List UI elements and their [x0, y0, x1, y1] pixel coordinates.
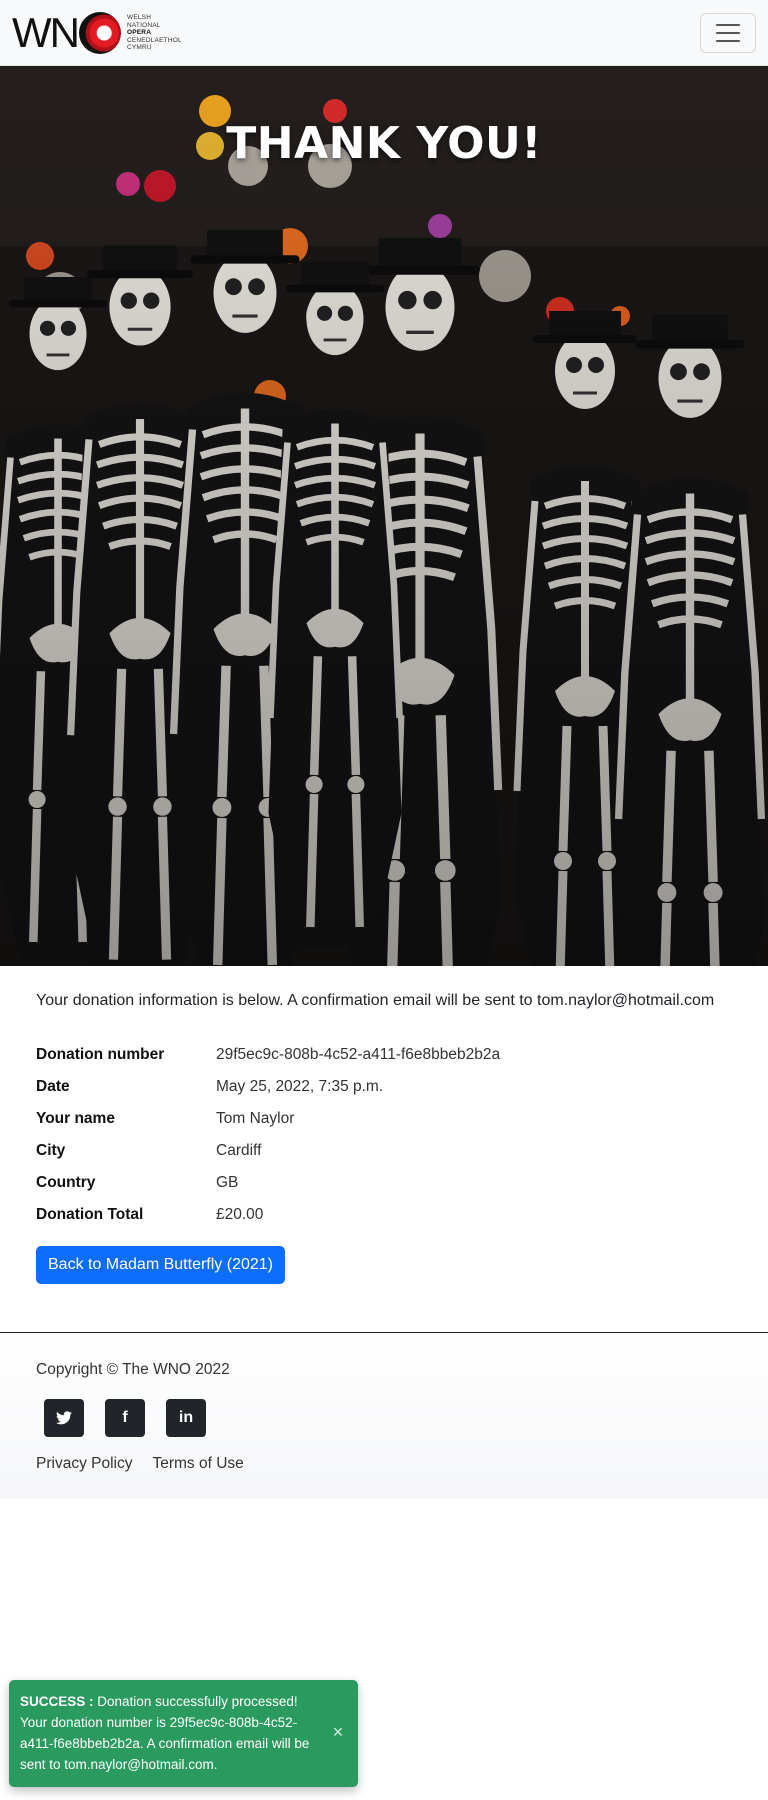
copyright-text: Copyright © The WNO 2022: [36, 1361, 230, 1378]
terms-of-use-link[interactable]: Terms of Use: [152, 1455, 243, 1473]
footer: Copyright © The WNO 2022 f in Privacy Po…: [0, 1332, 768, 1499]
detail-value: GB: [216, 1174, 239, 1191]
twitter-bird-glyph: [56, 1411, 72, 1425]
detail-row-country: Country GB: [36, 1167, 736, 1199]
logo-line: WELSH: [126, 14, 152, 22]
detail-label: City: [36, 1142, 66, 1159]
hamburger-menu-icon: [716, 32, 740, 34]
detail-row-city: City Cardiff: [36, 1135, 736, 1167]
hero-image: THANK YOU!: [0, 66, 768, 966]
page-title: THANK YOU!: [226, 118, 542, 169]
detail-value: May 25, 2022, 7:35 p.m.: [216, 1078, 384, 1095]
detail-label: Donation number: [36, 1046, 165, 1063]
donation-intro: Your donation information is below. A co…: [36, 992, 715, 1009]
toast-title: SUCCESS :: [20, 1694, 94, 1709]
linkedin-icon[interactable]: in: [166, 1399, 206, 1437]
logo-line: NATIONAL: [126, 21, 161, 29]
close-icon[interactable]: ×: [328, 1722, 348, 1742]
donation-details: Donation number 29f5ec9c-808b-4c52-a411-…: [36, 1039, 736, 1231]
logo-line: OPERA: [126, 29, 152, 37]
detail-value: Tom Naylor: [216, 1110, 295, 1127]
logo-letters: WN: [12, 9, 80, 56]
logo-line: CENEDLAETHOL: [126, 36, 182, 44]
detail-value: Cardiff: [216, 1142, 262, 1159]
back-to-production-button[interactable]: Back to Madam Butterfly (2021): [36, 1246, 285, 1284]
detail-label: Donation Total: [36, 1206, 144, 1223]
logo-wordmark: WN: [12, 12, 121, 54]
navbar: WN WELSH NATIONAL OPERA CENEDLAETHOL CYM…: [0, 0, 768, 66]
detail-row-name: Your name Tom Naylor: [36, 1103, 736, 1135]
detail-label: Country: [36, 1174, 96, 1191]
detail-label: Your name: [36, 1110, 115, 1127]
logo-subtitle: WELSH NATIONAL OPERA CENEDLAETHOL CYMRU: [127, 14, 182, 52]
privacy-policy-link[interactable]: Privacy Policy: [36, 1455, 132, 1473]
success-toast: SUCCESS : Donation successfully processe…: [9, 1680, 358, 1787]
hamburger-menu-icon: [716, 24, 740, 26]
hamburger-menu-button[interactable]: [700, 13, 756, 53]
facebook-glyph: f: [122, 1409, 128, 1426]
detail-row-total: Donation Total £20.00: [36, 1199, 736, 1231]
skeleton-performers-photo: [0, 66, 768, 966]
detail-value: 29f5ec9c-808b-4c52-a411-f6e8bbeb2b2a: [216, 1046, 501, 1063]
logo-line: CYMRU: [126, 44, 152, 52]
twitter-icon[interactable]: [44, 1399, 84, 1437]
logo-o-mark: [78, 12, 121, 54]
linkedin-glyph: in: [178, 1409, 194, 1426]
footer-links: Privacy Policy Terms of Use: [36, 1455, 244, 1473]
facebook-icon[interactable]: f: [105, 1399, 145, 1437]
detail-row-date: Date May 25, 2022, 7:35 p.m.: [36, 1071, 736, 1103]
hamburger-menu-icon: [716, 40, 740, 42]
detail-label: Date: [36, 1078, 70, 1095]
detail-value: £20.00: [216, 1206, 264, 1223]
detail-row-donation-number: Donation number 29f5ec9c-808b-4c52-a411-…: [36, 1039, 736, 1071]
wno-logo[interactable]: WN WELSH NATIONAL OPERA CENEDLAETHOL CYM…: [12, 12, 182, 54]
social-links: f in: [44, 1399, 206, 1437]
